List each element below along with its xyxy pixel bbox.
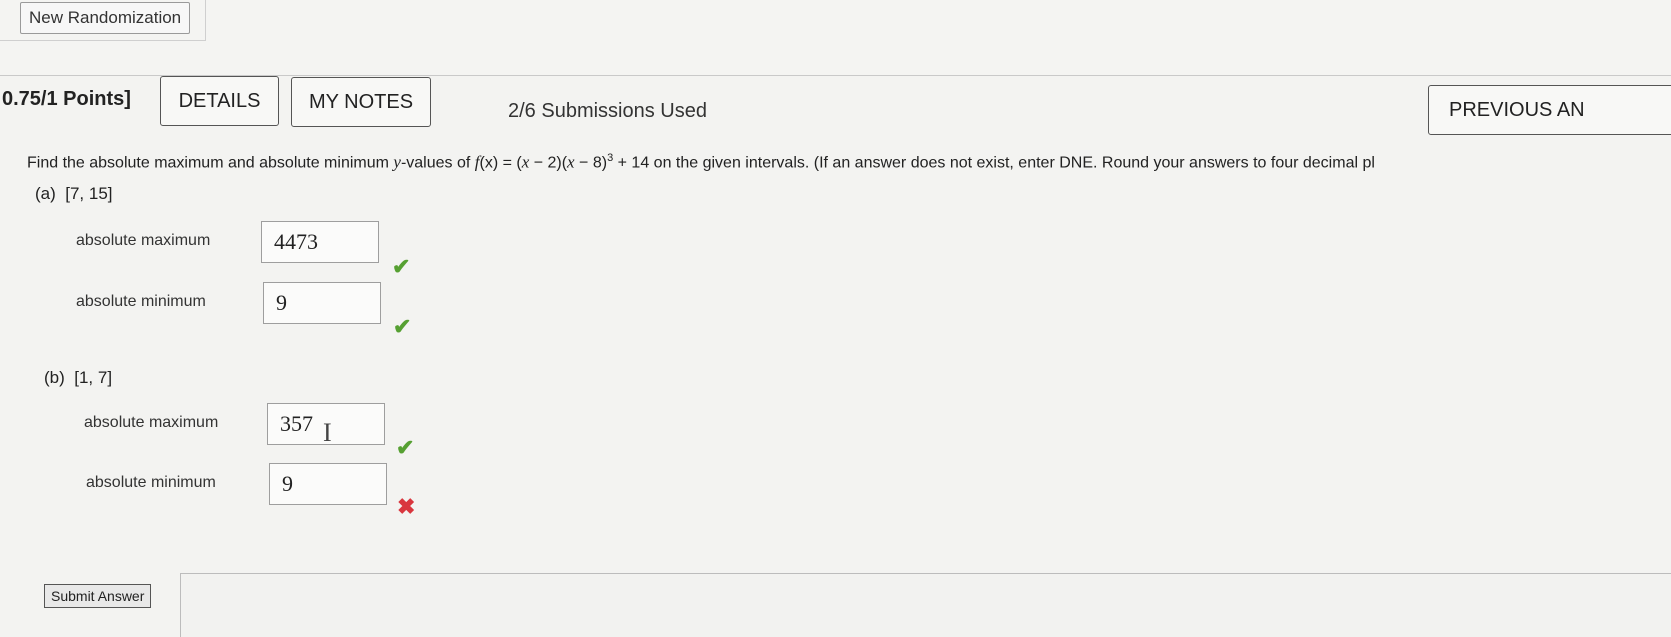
cross-icon: ✖ [397, 494, 416, 519]
previous-answers-button[interactable]: PREVIOUS AN [1428, 85, 1671, 135]
details-button[interactable]: DETAILS [160, 76, 279, 126]
points-score: 0.75/1 Points] [2, 88, 131, 110]
question-text: Find the absolute maximum and absolute m… [27, 152, 1375, 172]
my-notes-button[interactable]: MY NOTES [291, 77, 431, 127]
part-a-label: (a) [7, 15] [35, 184, 113, 203]
part-b-max-label: absolute maximum [84, 414, 219, 431]
text-cursor-icon: I [323, 418, 332, 447]
bottom-panel [180, 573, 1671, 637]
part-a-min-input[interactable]: 9 [263, 282, 381, 324]
part-b-min-label: absolute minimum [86, 474, 216, 491]
check-icon: ✔ [393, 314, 412, 339]
new-randomization-button[interactable]: New Randomization [20, 2, 191, 34]
part-b-label: (b) [1, 7] [44, 368, 113, 387]
submit-answer-button[interactable]: Submit Answer [44, 584, 152, 608]
part-b-min-input[interactable]: 9 [269, 463, 387, 505]
part-a-max-input[interactable]: 4473 [261, 221, 379, 263]
top-toolbar [0, 0, 1671, 76]
part-a-max-label: absolute maximum [76, 232, 211, 249]
submissions-used: 2/6 Submissions Used [508, 100, 707, 122]
part-a-min-label: absolute minimum [76, 293, 206, 310]
check-icon: ✔ [396, 435, 415, 460]
check-icon: ✔ [392, 254, 411, 279]
